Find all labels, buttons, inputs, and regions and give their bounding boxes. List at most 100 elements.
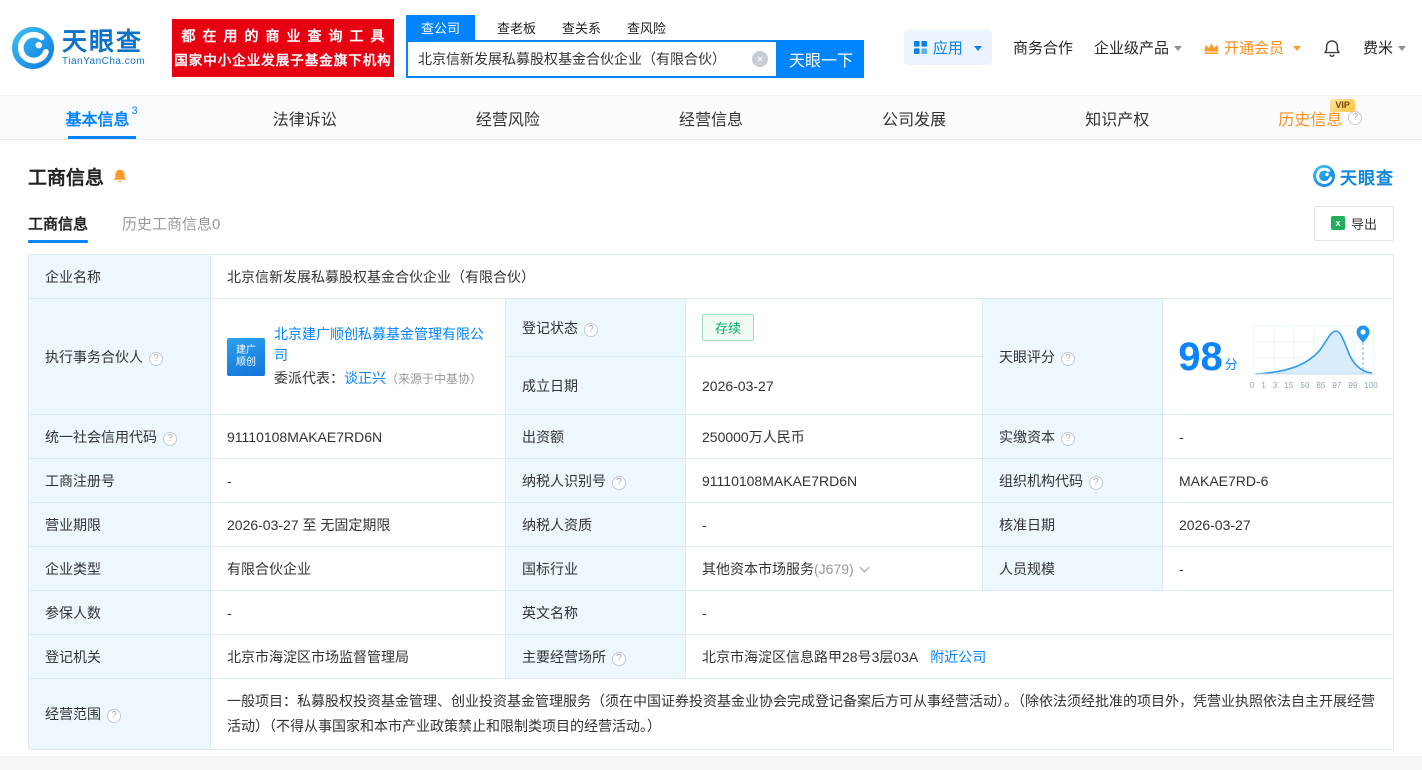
business-info-table: 企业名称 北京信新发展私募股权基金合伙企业（有限合伙） 执行事务合伙人 建广 顺… (28, 254, 1394, 750)
partner-company-link[interactable]: 北京建广顺创私募基金管理有限公司 (274, 324, 489, 366)
table-row: 营业期限 2026-03-27 至 无固定期限 纳税人资质 - 核准日期 202… (28, 502, 1394, 547)
table-row: 工商注册号 - 纳税人识别号 91110108MAKAE7RD6N 组织机构代码… (28, 458, 1394, 503)
business-scope-value: 一般项目：私募股权投资基金管理、创业投资基金管理服务（须在中国证券投资基金业协会… (210, 678, 1394, 750)
search-input[interactable] (418, 51, 752, 67)
score-unit: 分 (1224, 356, 1238, 372)
executive-partner-cell: 建广 顺创 北京建广顺创私募基金管理有限公司 委派代表：谈正兴（来源于中基协） (210, 298, 506, 415)
export-button[interactable]: 导出 (1313, 205, 1394, 241)
open-vip-label: 开通会员 (1223, 40, 1284, 57)
label-text: 企业类型 (45, 560, 101, 577)
notification-bell-icon[interactable] (1322, 38, 1342, 58)
staff-size-value: - (1162, 546, 1394, 591)
tab-history-info[interactable]: VIP 历史信息 (1219, 96, 1422, 139)
label-text: 核准日期 (999, 516, 1055, 533)
subtab-history-business-info[interactable]: 历史工商信息0 (122, 213, 220, 234)
subtab-business-info[interactable]: 工商信息 (28, 213, 89, 243)
tab-intellectual-property[interactable]: 知识产权 (1016, 96, 1219, 139)
table-row: 参保人数 - 英文名称 - (28, 590, 1394, 635)
menu-business-cooperation[interactable]: 商务合作 (1013, 37, 1073, 58)
rep-label: 委派代表： (274, 369, 344, 386)
menu-fermi[interactable]: 费米 (1363, 37, 1406, 58)
chevron-down-icon[interactable] (859, 562, 870, 572)
industry-value-cell: 其他资本市场服务(J679) (685, 546, 983, 591)
help-icon[interactable] (1061, 431, 1075, 446)
field-label: 天眼评分 (982, 298, 1163, 415)
search-button[interactable]: 天眼一下 (778, 40, 864, 78)
table-row: 企业名称 北京信新发展私募股权基金合伙企业（有限合伙） (28, 254, 1394, 299)
partner-logo-text: 建广 (236, 344, 256, 356)
status-badge: 存续 (702, 314, 755, 341)
crown-icon (1204, 42, 1219, 54)
section-title: 工商信息 (28, 167, 105, 189)
help-icon[interactable] (1061, 351, 1075, 366)
promo-line1: 都在用的商业查询工具 (181, 27, 392, 44)
credit-code-value: 91110108MAKAE7RD6N (210, 414, 506, 459)
menu-open-vip[interactable]: 开通会员 (1203, 37, 1301, 58)
rep-name-link[interactable]: 谈正兴 (344, 370, 386, 386)
search-row: 天眼一下 (406, 40, 864, 78)
fermi-label: 费米 (1362, 40, 1393, 57)
top-header: 天眼查 TianYanCha.com 都在用的商业查询工具 国家中小企业发展子基… (0, 0, 1422, 96)
label-text: 纳税人识别号 (522, 472, 606, 489)
score-value: 98 (1178, 334, 1223, 379)
tab-operational-risk[interactable]: 经营风险 (406, 96, 609, 139)
tab-business-operations[interactable]: 经营信息 (609, 96, 812, 139)
reg-status-cell: 存续 (685, 298, 983, 357)
help-icon[interactable] (163, 431, 177, 446)
help-icon[interactable] (149, 351, 163, 366)
field-label: 英文名称 (505, 590, 686, 635)
tab-company-development[interactable]: 公司发展 (813, 96, 1016, 139)
help-icon[interactable] (1348, 110, 1363, 125)
menu-enterprise-products[interactable]: 企业级产品 (1094, 37, 1182, 58)
business-term-value: 2026-03-27 至 无固定期限 (210, 502, 506, 547)
search-tab-company[interactable]: 查公司 (406, 15, 476, 40)
label-text: 纳税人资质 (522, 516, 592, 533)
search-box (406, 40, 778, 78)
chevron-down-icon (1173, 46, 1182, 51)
apps-label: 应用 (932, 40, 963, 57)
label-text: 实缴资本 (999, 428, 1055, 445)
field-label: 核准日期 (982, 502, 1163, 547)
label-text: 登记状态 (522, 319, 578, 336)
help-icon[interactable] (612, 651, 626, 666)
tianyan-score-cell[interactable]: 98 分 0 1 3 15 50 85 97 99 100 (1162, 298, 1394, 415)
label-text: 出资额 (522, 428, 564, 445)
nearby-companies-link[interactable]: 附近公司 (930, 649, 986, 665)
main-content: 工商信息 天眼查 工商信息 历史工商信息0 导出 企业名称 北京信新发展私募股权… (0, 156, 1422, 750)
tab-legal-proceedings[interactable]: 法律诉讼 (203, 96, 406, 139)
help-icon[interactable] (1089, 475, 1103, 490)
partner-logo[interactable]: 建广 顺创 (227, 337, 265, 376)
field-label: 工商注册号 (28, 458, 211, 503)
help-icon[interactable] (107, 709, 121, 723)
label-text: 登记机关 (45, 648, 101, 665)
search-tab-risk[interactable]: 查风险 (627, 18, 666, 40)
reg-authority-value: 北京市海淀区市场监督管理局 (210, 634, 506, 679)
field-label: 执行事务合伙人 (28, 298, 211, 415)
search-tab-boss[interactable]: 查老板 (497, 18, 536, 40)
partner-logo-text: 顺创 (236, 356, 256, 368)
score-chart: 0 1 3 15 50 85 97 99 100 (1250, 324, 1378, 390)
label-text: 人员规模 (999, 560, 1055, 577)
field-label: 统一社会信用代码 (28, 414, 211, 459)
tianyancha-logo-icon (11, 26, 55, 69)
help-icon[interactable] (612, 475, 626, 490)
export-label: 导出 (1350, 216, 1377, 232)
brand-domain: TianYanCha.com (62, 56, 146, 67)
label-text: 统一社会信用代码 (45, 428, 157, 445)
brand-name: 天眼查 (62, 28, 144, 56)
promo-line2: 国家中小企业发展子基金旗下机构 (174, 52, 392, 68)
monitor-bell-icon[interactable] (112, 168, 128, 184)
score-axis-ticks: 0 1 3 15 50 85 97 99 100 (1249, 380, 1378, 390)
label-text: 工商注册号 (45, 472, 115, 489)
label-text: 成立日期 (522, 377, 578, 394)
apps-menu[interactable]: 应用 (903, 30, 992, 65)
tab-basic-info[interactable]: 基本信息 3 (0, 96, 203, 139)
tianyancha-logo[interactable]: 天眼查 TianYanCha.com (10, 25, 168, 71)
search-tab-relation[interactable]: 查关系 (562, 18, 601, 40)
paid-in-capital-value: - (1162, 414, 1394, 459)
industry-value: 其他资本市场服务 (702, 560, 814, 577)
clear-search-icon[interactable] (752, 51, 768, 67)
vip-badge: VIP (1330, 99, 1355, 112)
enterprise-products-label: 企业级产品 (1093, 40, 1169, 57)
help-icon[interactable] (584, 322, 598, 337)
